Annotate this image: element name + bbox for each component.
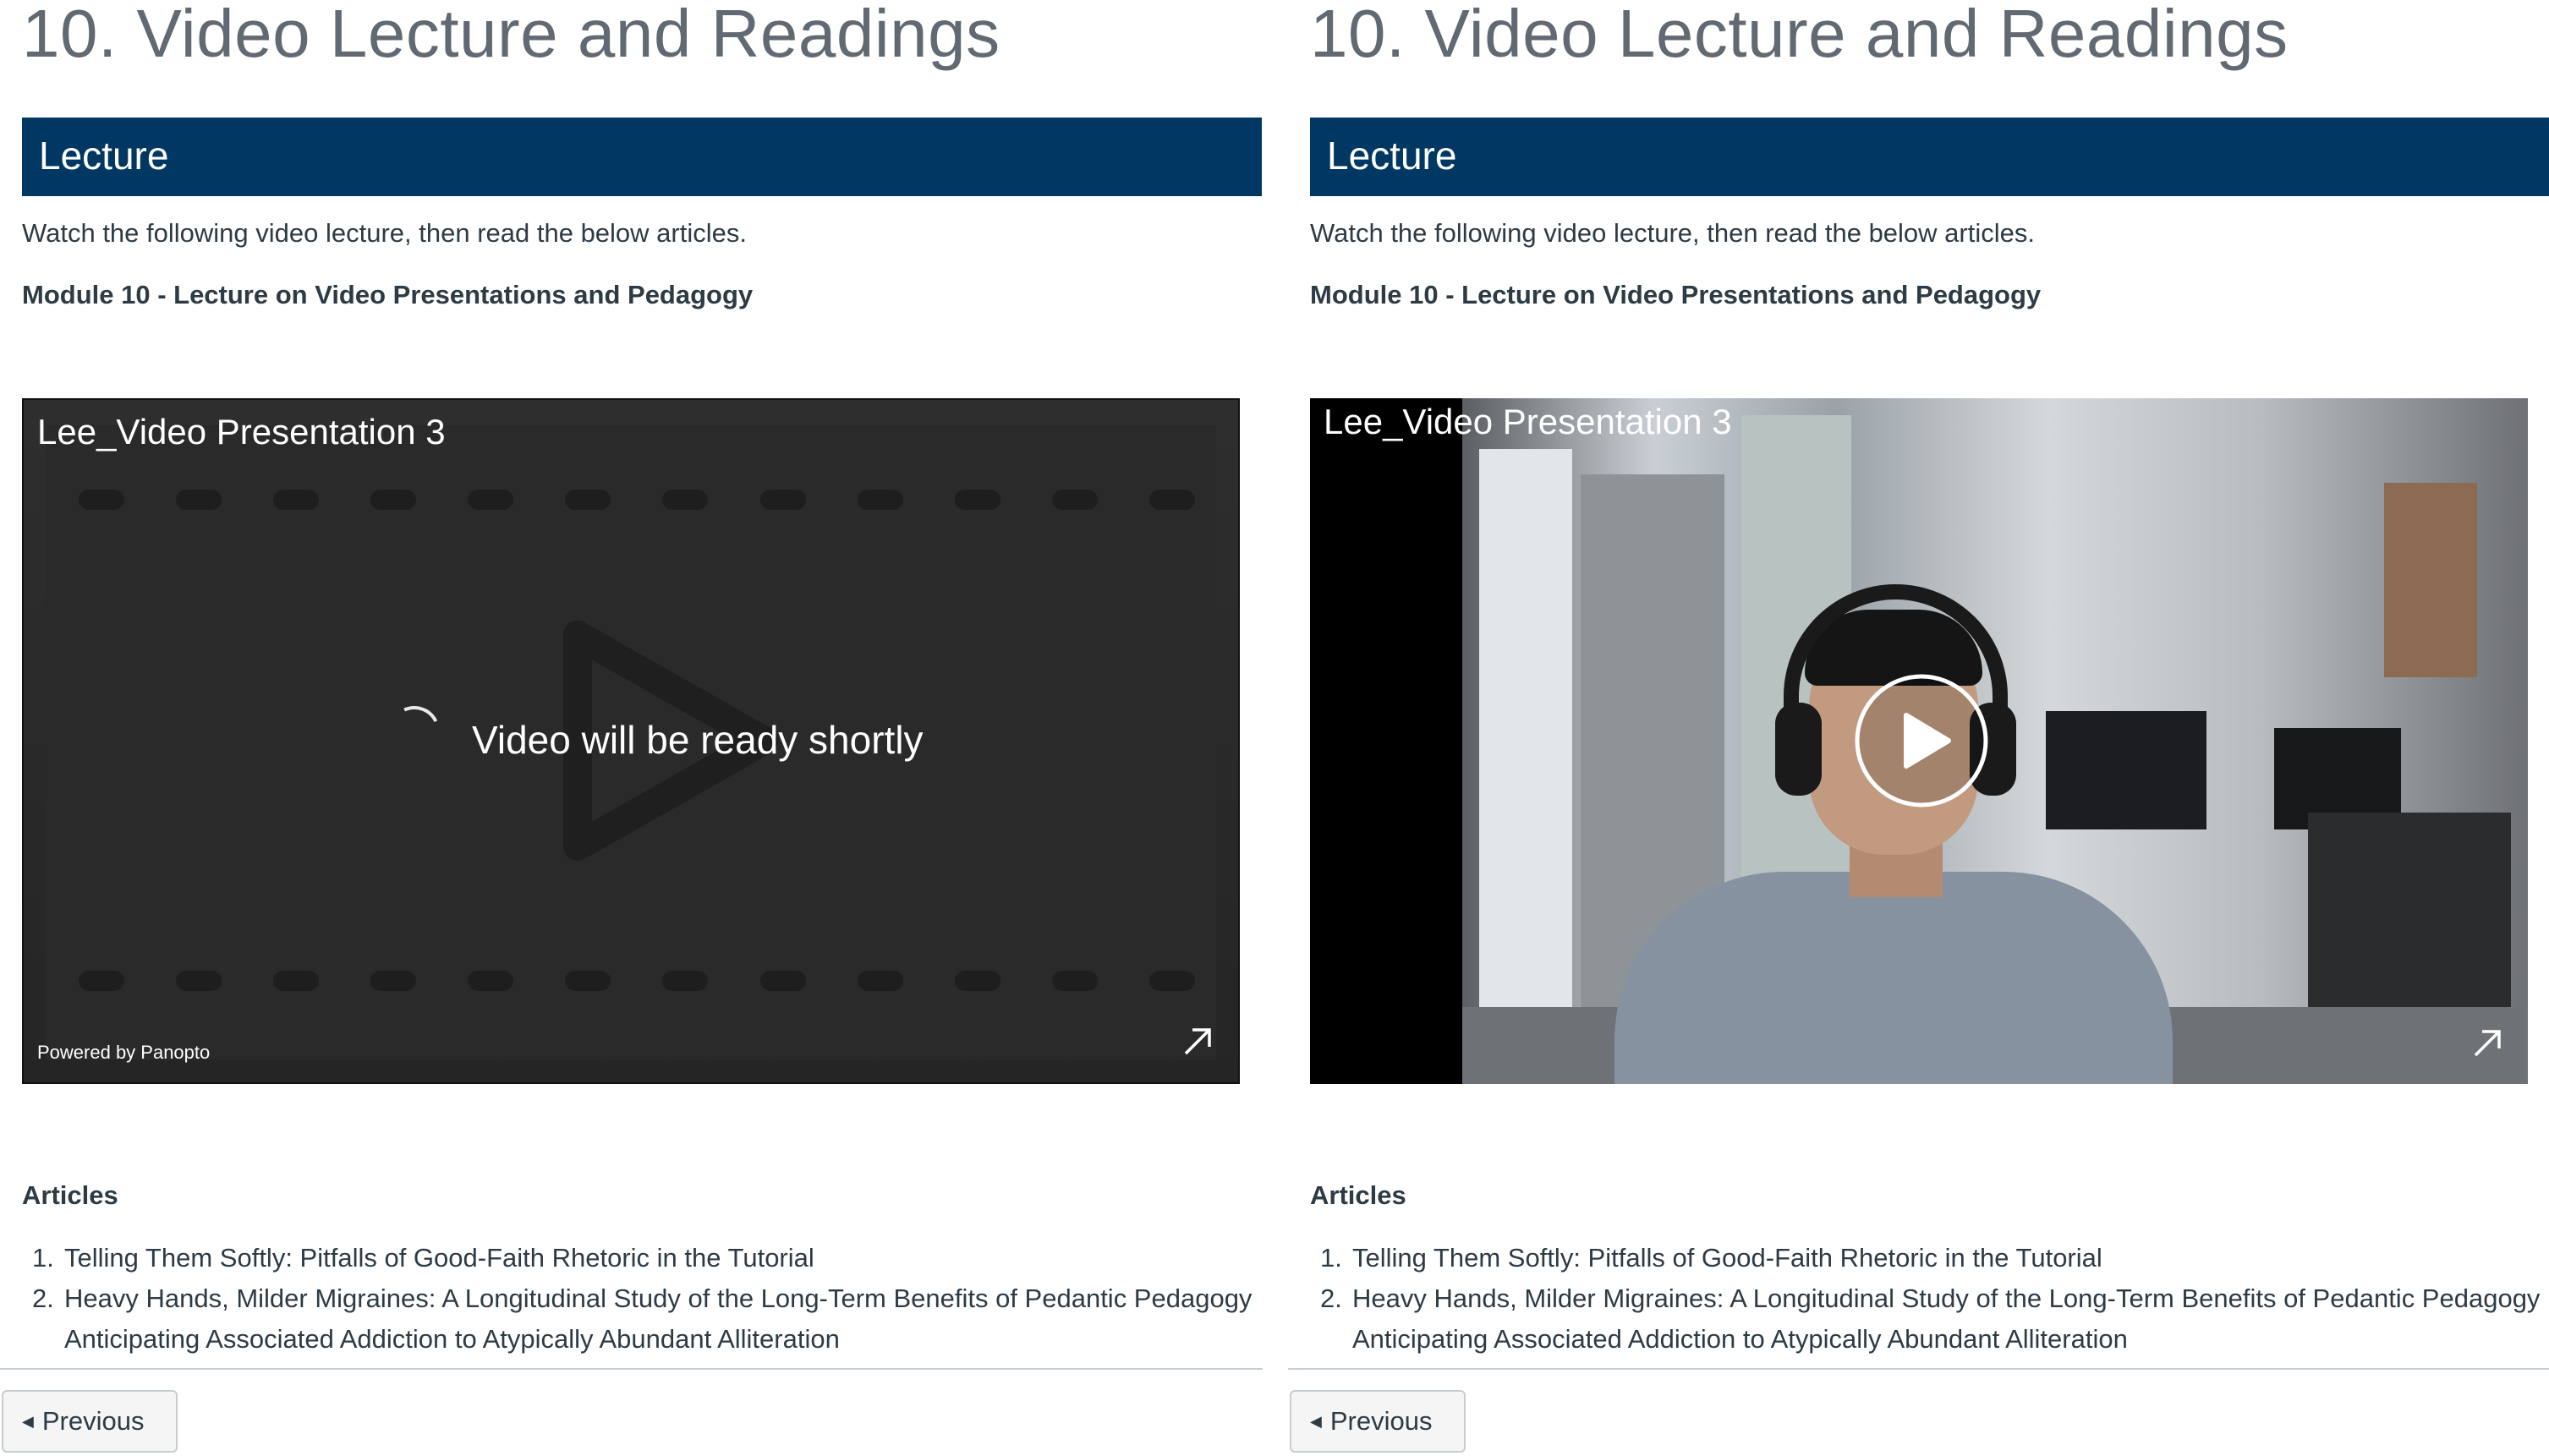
list-item: 1. Telling Them Softly: Pitfalls of Good… xyxy=(1320,1243,2102,1273)
powered-by-label: Powered by Panopto xyxy=(37,1042,211,1063)
articles-list: 1. Telling Them Softly: Pitfalls of Good… xyxy=(22,1238,1274,1360)
articles-list: 1. Telling Them Softly: Pitfalls of Good… xyxy=(1310,1238,2549,1360)
caret-left-icon: ◀ xyxy=(22,1412,34,1430)
list-item: 1. Telling Them Softly: Pitfalls of Good… xyxy=(32,1243,814,1273)
list-item: 2. Heavy Hands, Milder Migraines: A Long… xyxy=(1310,1278,2549,1360)
articles-heading: Articles xyxy=(1310,1180,1406,1210)
section-header: Lecture xyxy=(1310,118,2549,196)
divider xyxy=(0,1368,1263,1370)
previous-button-label: Previous xyxy=(41,1406,145,1436)
previous-button[interactable]: ◀ Previous xyxy=(1290,1390,1466,1453)
section-header-label: Lecture xyxy=(1327,134,1457,178)
video-player[interactable]: Lee_Video Presentation 3 xyxy=(1310,398,2528,1084)
article-link[interactable]: Telling Them Softly: Pitfalls of Good-Fa… xyxy=(1352,1243,2102,1273)
video-title: Lee_Video Presentation 3 xyxy=(1324,402,1732,441)
intro-text: Watch the following video lecture, then … xyxy=(1310,218,2035,248)
article-link[interactable]: Heavy Hands, Milder Migraines: A Longitu… xyxy=(64,1278,1274,1319)
page-panel-right: 10. Video Lecture and Readings Lecture W… xyxy=(1288,0,2549,1456)
film-holes-top xyxy=(79,490,1195,510)
previous-button-label: Previous xyxy=(1329,1406,1433,1436)
presenter-figure xyxy=(1614,872,2173,1084)
video-title: Lee_Video Presentation 3 xyxy=(37,412,446,452)
expand-arrow-icon[interactable] xyxy=(2472,1028,2502,1059)
film-holes-bottom xyxy=(79,971,1195,991)
play-icon[interactable] xyxy=(1854,673,1989,808)
previous-button[interactable]: ◀ Previous xyxy=(2,1390,178,1453)
article-link-continued[interactable]: Anticipating Associated Addiction to Aty… xyxy=(1352,1319,2549,1360)
page-panel-left: 10. Video Lecture and Readings Lecture W… xyxy=(0,0,1274,1456)
page-title: 10. Video Lecture and Readings xyxy=(22,0,1000,71)
article-link-continued[interactable]: Anticipating Associated Addiction to Aty… xyxy=(64,1319,1274,1360)
section-header-label: Lecture xyxy=(39,134,169,178)
page-title: 10. Video Lecture and Readings xyxy=(1310,0,2289,71)
module-title: Module 10 - Lecture on Video Presentatio… xyxy=(22,280,754,309)
module-title: Module 10 - Lecture on Video Presentatio… xyxy=(1310,280,2042,309)
articles-heading: Articles xyxy=(22,1180,118,1210)
intro-text: Watch the following video lecture, then … xyxy=(22,218,747,248)
divider xyxy=(1288,1368,2549,1370)
video-status-message: Video will be ready shortly xyxy=(472,718,924,762)
article-link[interactable]: Heavy Hands, Milder Migraines: A Longitu… xyxy=(1352,1278,2549,1319)
video-player[interactable]: Lee_Video Presentation 3 Video will be r… xyxy=(22,398,1240,1084)
section-header: Lecture xyxy=(22,118,1262,196)
list-item: 2. Heavy Hands, Milder Migraines: A Long… xyxy=(22,1278,1274,1360)
expand-arrow-icon[interactable] xyxy=(1182,1026,1213,1057)
article-link[interactable]: Telling Them Softly: Pitfalls of Good-Fa… xyxy=(64,1243,814,1273)
caret-left-icon: ◀ xyxy=(1310,1412,1322,1430)
